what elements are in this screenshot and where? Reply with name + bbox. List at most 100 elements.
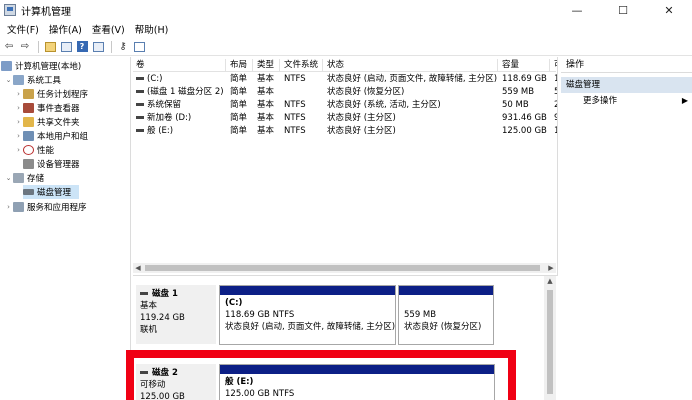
expand-chevron-icon[interactable]: › <box>14 146 23 154</box>
window-title: 计算机管理 <box>21 6 71 18</box>
back-arrow-icon[interactable]: ⇦ <box>2 40 16 54</box>
tree-item-performance[interactable]: › 性能 <box>14 143 54 157</box>
storage-icon <box>13 173 24 183</box>
column-header-status[interactable]: 状态 <box>324 59 498 72</box>
tree-item-root[interactable]: 计算机管理(本地) <box>1 59 81 73</box>
partition-bar <box>220 286 395 295</box>
services-icon <box>13 202 24 212</box>
expand-chevron-icon[interactable]: › <box>14 118 23 126</box>
actions-section-disk-management[interactable]: 磁盘管理 <box>561 77 692 93</box>
expand-chevron-icon[interactable]: › <box>14 104 23 112</box>
disk-icon <box>23 189 34 195</box>
horizontal-scrollbar[interactable]: ◀ ▶ <box>133 263 556 273</box>
partition-recovery-status: 状态良好 (恢复分区) <box>404 322 482 332</box>
disk-1-size: 119.24 GB <box>140 313 185 323</box>
column-header-free[interactable]: 可 <box>551 59 557 72</box>
disk-1-name: 磁盘 1 <box>140 288 212 300</box>
toolbar-separator <box>111 40 112 53</box>
disk-1-status: 联机 <box>140 325 158 335</box>
expand-chevron-icon[interactable]: › <box>4 203 13 211</box>
expand-chevron-icon[interactable]: › <box>14 132 23 140</box>
tree-item-shared-folders[interactable]: › 共享文件夹 <box>14 115 80 129</box>
key-icon[interactable]: ⚷ <box>116 40 130 54</box>
collapse-chevron-icon[interactable]: ⌄ <box>4 76 13 84</box>
partition-c-status: 状态良好 (启动, 页面文件, 故障转储, 主分区) <box>225 322 396 332</box>
title-bar: 计算机管理 — ☐ ✕ <box>0 0 692 20</box>
computer-management-icon <box>4 4 16 16</box>
expand-chevron-icon[interactable]: › <box>14 90 23 98</box>
tree-item-disk-management[interactable]: 磁盘管理 <box>23 185 79 199</box>
column-header-type[interactable]: 类型 <box>254 59 280 72</box>
volume-list: 卷 布局 类型 文件系统 状态 容量 可 (C:) 简单 基本 NTFS 状态良… <box>133 57 558 275</box>
partition-c-label: (C:) <box>225 298 243 308</box>
navigation-tree: 计算机管理(本地) ⌄ 系统工具 › 任务计划程序 › 事件查看器 › 共享文件… <box>0 57 131 400</box>
menu-bar: 文件(F) 操作(A) 查看(V) 帮助(H) <box>0 20 692 38</box>
scroll-left-icon[interactable]: ◀ <box>133 263 143 273</box>
menu-view[interactable]: 查看(V) <box>87 22 130 36</box>
drive-icon <box>136 103 144 106</box>
partition-c[interactable]: (C:) 118.69 GB NTFS 状态良好 (启动, 页面文件, 故障转储… <box>219 285 396 345</box>
volume-list-header: 卷 布局 类型 文件系统 状态 容量 可 <box>133 59 557 72</box>
collapse-chevron-icon[interactable]: ⌄ <box>4 174 13 182</box>
highlight-box <box>126 350 516 400</box>
disk-1-info[interactable]: 磁盘 1 基本 119.24 GB 联机 <box>136 285 216 344</box>
partition-recovery[interactable]: 559 MB 状态良好 (恢复分区) <box>398 285 494 345</box>
partition-recovery-size: 559 MB <box>404 310 437 320</box>
actions-header: 操作 <box>561 57 692 73</box>
device-manager-icon <box>23 159 34 169</box>
actions-pane: 操作 磁盘管理 更多操作 ▶ <box>561 57 692 400</box>
maximize-button[interactable]: ☐ <box>600 0 646 20</box>
menu-help[interactable]: 帮助(H) <box>130 22 174 36</box>
list-view-icon[interactable] <box>132 40 146 54</box>
toolbar: ⇦ ⇨ ? ⚷ <box>0 38 692 56</box>
tree-item-storage[interactable]: ⌄ 存储 <box>4 171 44 185</box>
disk-1-type: 基本 <box>140 301 158 311</box>
computer-icon <box>1 61 12 71</box>
column-header-layout[interactable]: 布局 <box>227 59 253 72</box>
scrollbar-thumb[interactable] <box>547 290 553 394</box>
users-icon <box>23 131 34 141</box>
partition-c-size: 118.69 GB NTFS <box>225 310 295 320</box>
column-header-capacity[interactable]: 容量 <box>499 59 550 72</box>
tree-item-system-tools[interactable]: ⌄ 系统工具 <box>4 73 61 87</box>
more-actions-item[interactable]: 更多操作 ▶ <box>561 93 692 109</box>
table-row[interactable]: 般 (E:) 简单 基本 NTFS 状态良好 (主分区) 125.00 GB 1 <box>133 125 557 138</box>
forward-arrow-icon[interactable]: ⇨ <box>18 40 32 54</box>
tree-item-event-viewer[interactable]: › 事件查看器 <box>14 101 80 115</box>
submenu-arrow-icon: ▶ <box>681 96 688 105</box>
performance-icon <box>23 145 34 155</box>
scrollbar-thumb[interactable] <box>145 265 540 271</box>
scroll-right-icon[interactable]: ▶ <box>546 263 556 273</box>
drive-icon <box>136 77 144 80</box>
tree-item-device-manager[interactable]: 设备管理器 <box>23 157 80 171</box>
tree-item-services[interactable]: › 服务和应用程序 <box>4 200 87 214</box>
drive-icon <box>136 90 144 93</box>
tree-item-local-users[interactable]: › 本地用户和组 <box>14 129 88 143</box>
help-icon[interactable]: ? <box>75 40 89 54</box>
drive-icon <box>136 129 144 132</box>
column-header-filesystem[interactable]: 文件系统 <box>281 59 323 72</box>
partition-bar <box>399 286 493 295</box>
up-folder-icon[interactable] <box>43 40 57 54</box>
vertical-scrollbar[interactable]: ▲ <box>544 276 556 400</box>
clock-icon <box>23 89 34 99</box>
properties-icon[interactable] <box>91 40 105 54</box>
table-row[interactable]: (C:) 简单 基本 NTFS 状态良好 (启动, 页面文件, 故障转储, 主分… <box>133 73 557 86</box>
tools-icon <box>13 75 24 85</box>
scroll-up-icon[interactable]: ▲ <box>544 276 556 286</box>
toolbar-separator <box>38 40 39 53</box>
show-hide-tree-icon[interactable] <box>59 40 73 54</box>
table-row[interactable]: 系统保留 简单 基本 NTFS 状态良好 (系统, 活动, 主分区) 50 MB… <box>133 99 557 112</box>
close-button[interactable]: ✕ <box>646 0 692 20</box>
event-log-icon <box>23 103 34 113</box>
shared-folder-icon <box>23 117 34 127</box>
window-controls: — ☐ ✕ <box>554 0 692 20</box>
menu-file[interactable]: 文件(F) <box>2 22 44 36</box>
table-row[interactable]: (磁盘 1 磁盘分区 2) 简单 基本 状态良好 (恢复分区) 559 MB 5 <box>133 86 557 99</box>
menu-action[interactable]: 操作(A) <box>44 22 87 36</box>
column-header-volume[interactable]: 卷 <box>133 59 226 72</box>
minimize-button[interactable]: — <box>554 0 600 20</box>
table-row[interactable]: 新加卷 (D:) 简单 基本 NTFS 状态良好 (主分区) 931.46 GB… <box>133 112 557 125</box>
drive-icon <box>136 116 144 119</box>
tree-item-task-scheduler[interactable]: › 任务计划程序 <box>14 87 88 101</box>
